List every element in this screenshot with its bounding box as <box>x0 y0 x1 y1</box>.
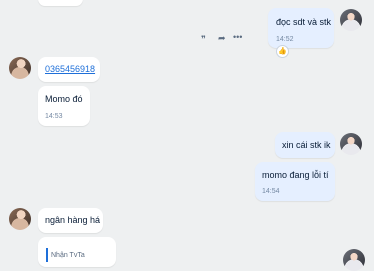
avatar[interactable] <box>9 57 31 79</box>
avatar[interactable] <box>340 9 362 31</box>
avatar[interactable] <box>343 249 365 271</box>
phone-link[interactable]: 0365456918 <box>45 64 95 75</box>
forward-icon[interactable]: ➦ <box>218 33 226 43</box>
message-bubble-m2[interactable]: 0365456918 <box>38 57 100 82</box>
message-bubble-partial[interactable] <box>38 0 83 6</box>
quoted-sender: Nhận TvTa <box>51 252 85 259</box>
message-bubble-m5[interactable]: momo đang lỗi tí 14:54 <box>255 162 335 201</box>
message-text: đọc sdt và stk <box>276 17 332 27</box>
more-icon[interactable]: ••• <box>233 32 242 42</box>
message-bubble-m4[interactable]: xin cái stk ik <box>275 132 335 158</box>
message-text: ngân hàng há <box>45 215 101 225</box>
message-text: momo đang lỗi tí <box>262 170 329 180</box>
quote-icon[interactable]: ❞ <box>201 34 206 44</box>
message-text: xin cái stk ik <box>282 140 331 150</box>
message-text: Momo đó <box>45 94 83 104</box>
message-bubble-m1[interactable]: đọc sdt và stk 14:52 <box>268 8 334 48</box>
avatar[interactable] <box>9 208 31 230</box>
quote-bar <box>46 248 48 262</box>
message-bubble-m6[interactable]: ngân hàng há <box>38 208 103 233</box>
message-bubble-m3[interactable]: Momo đó 14:53 <box>38 86 90 126</box>
message-time: 14:54 <box>262 188 280 195</box>
avatar[interactable] <box>340 133 362 155</box>
message-time: 14:52 <box>276 36 294 43</box>
message-time: 14:53 <box>45 113 63 120</box>
thumbs-up-icon[interactable]: 👍 <box>276 45 289 58</box>
message-bubble-m7[interactable]: Nhận TvTa <box>38 237 116 267</box>
